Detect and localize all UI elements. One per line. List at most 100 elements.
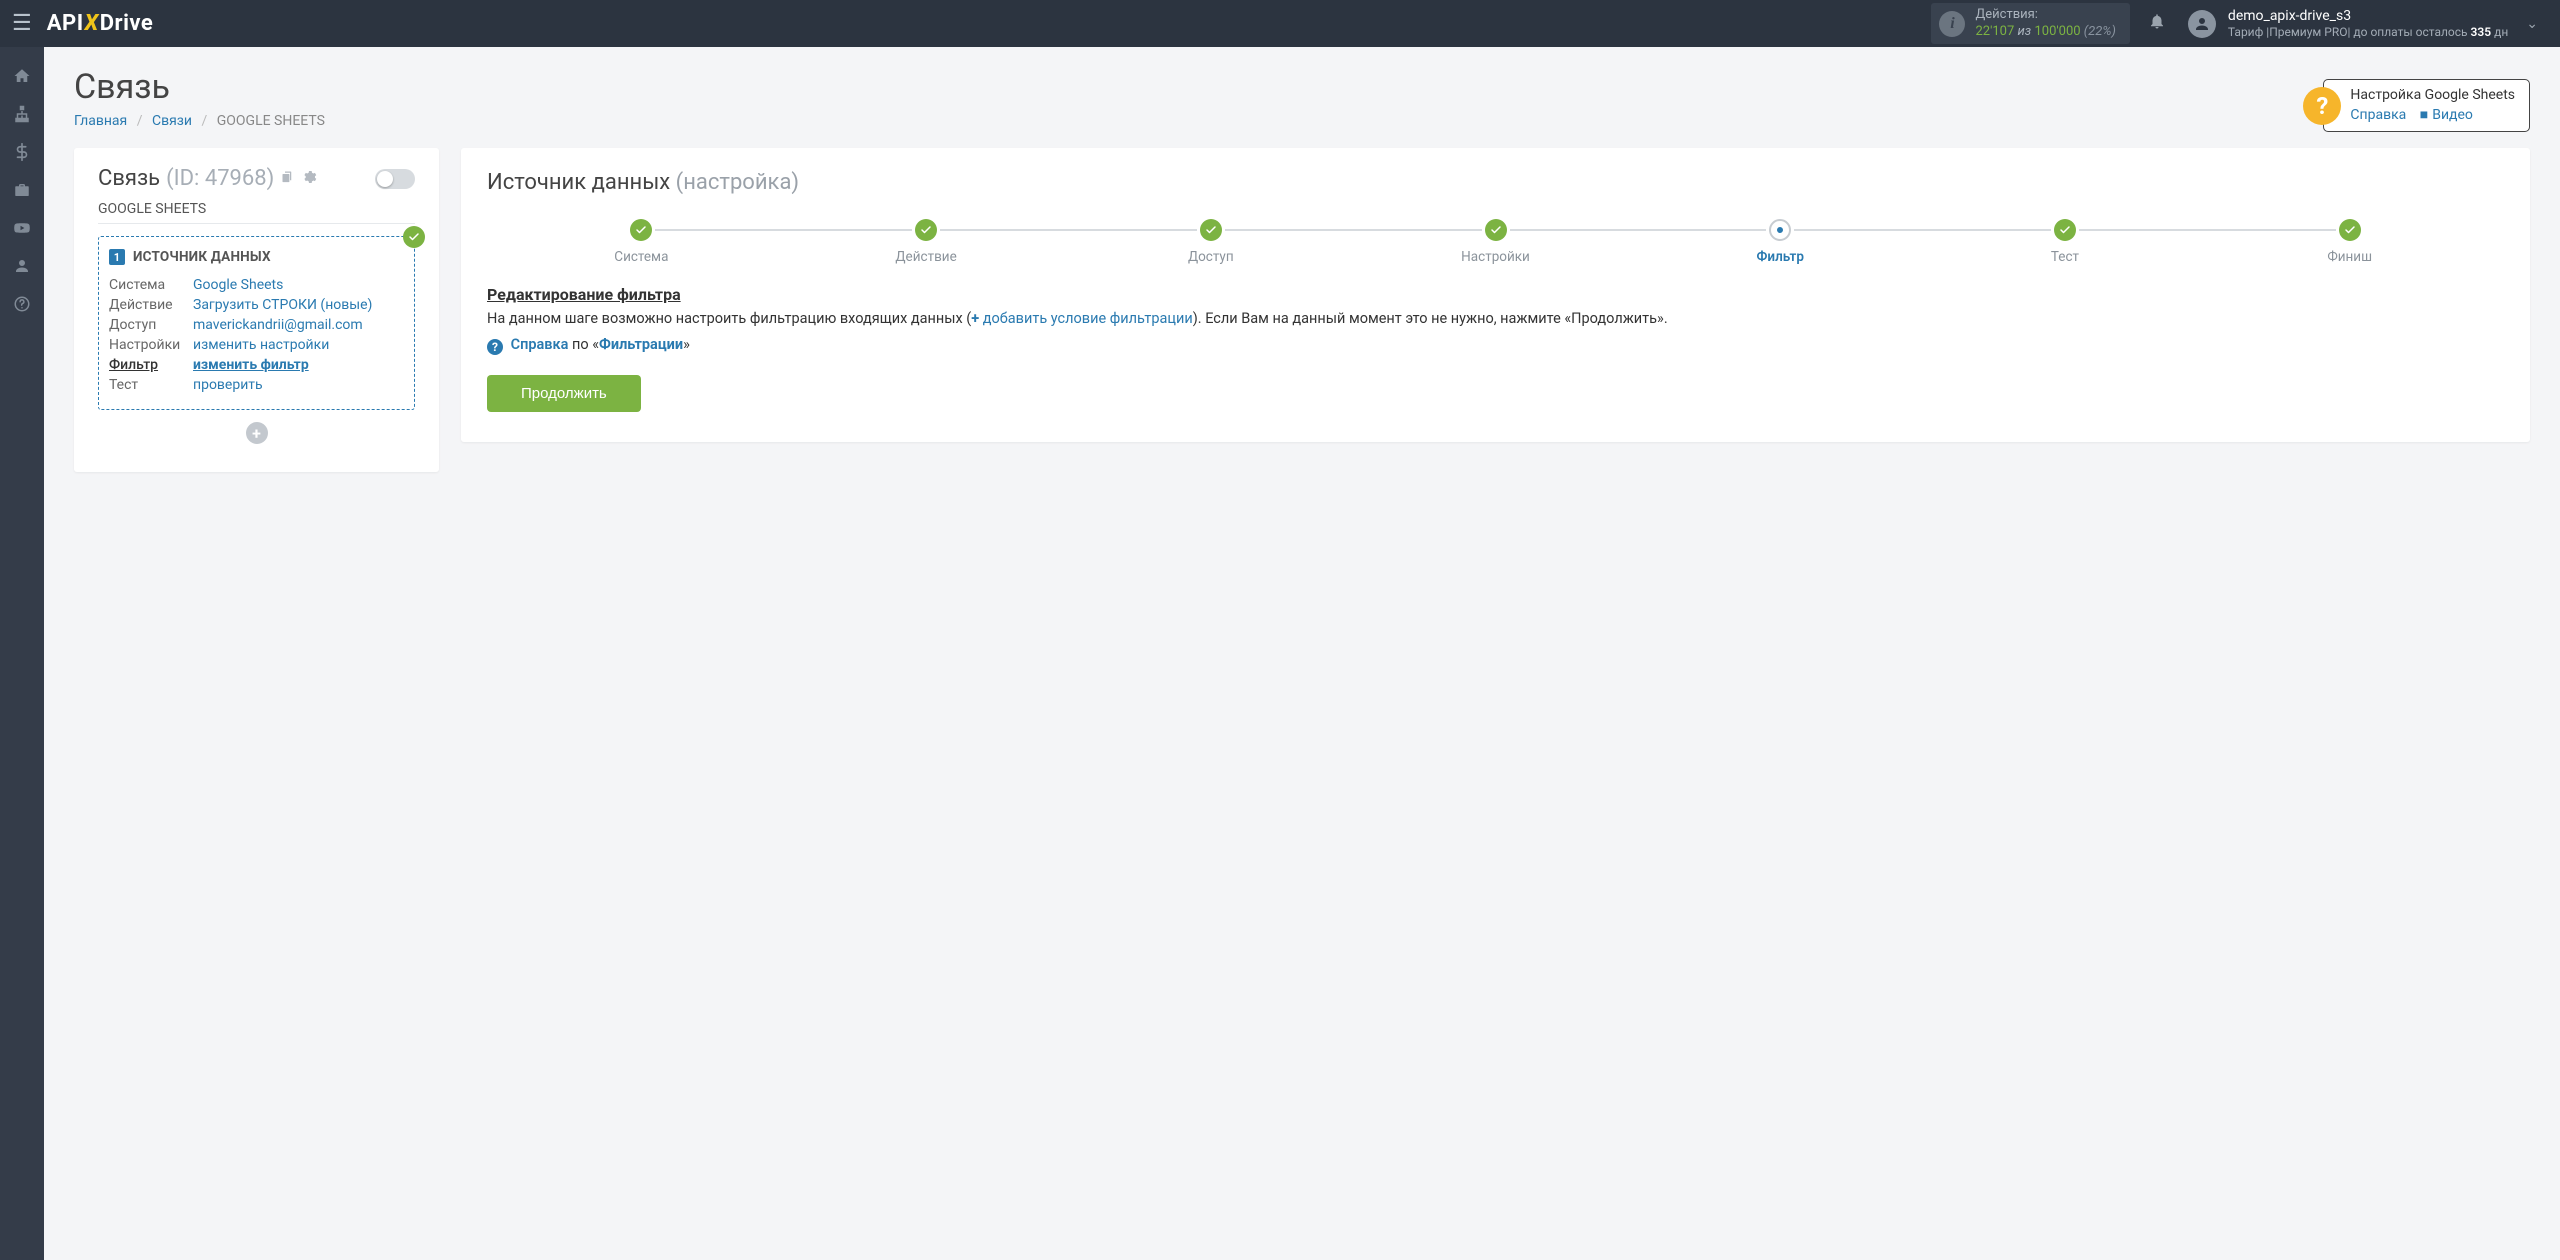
wizard-step[interactable]: Тест (1923, 219, 2208, 265)
check-badge-icon (403, 226, 425, 248)
source-row-key: Система (109, 277, 193, 293)
actions-of: из (2018, 24, 2032, 39)
enable-toggle[interactable] (375, 169, 415, 189)
config-panel: Источник данных (настройка) Система Дейст… (461, 148, 2530, 442)
source-row-link[interactable]: maverickandrii@gmail.com (193, 317, 363, 333)
step-label: Тест (2051, 249, 2079, 265)
breadcrumb-links[interactable]: Связи (152, 113, 192, 129)
source-row-link[interactable]: Загрузить СТРОКИ (новые) (193, 297, 372, 313)
user-name: demo_apix-drive_s3 (2228, 7, 2508, 25)
wizard-step[interactable]: Действие (784, 219, 1069, 265)
add-filter-link[interactable]: добавить условие фильтрации (983, 310, 1193, 327)
avatar-icon (2188, 10, 2216, 38)
source-heading: ИСТОЧНИК ДАННЫХ (133, 249, 271, 265)
actions-total: 100'000 (2034, 24, 2080, 39)
source-row-key: Действие (109, 297, 193, 313)
section-text-1: На данном шаге возможно настроить фильтр… (487, 310, 971, 327)
logo-text-x: X (85, 11, 99, 36)
continue-button[interactable]: Продолжить (487, 375, 641, 412)
help-video-link[interactable]: Видео (2432, 107, 2473, 123)
right-subtitle: (настройка) (676, 170, 799, 195)
source-row: Доступmaverickandrii@gmail.com (109, 315, 404, 335)
source-row: Тестпроверить (109, 375, 404, 395)
num-badge: 1 (109, 249, 125, 265)
step-label: Настройки (1461, 249, 1530, 265)
plan-suffix: дн (2491, 25, 2508, 39)
step-label: Финиш (2327, 249, 2372, 265)
sidebar-billing[interactable] (0, 133, 44, 171)
section-text-2: ). Если Вам на данный момент это не нужн… (1193, 310, 1668, 327)
main-content: Связь Главная / Связи / GOOGLE SHEETS ? … (44, 47, 2560, 1260)
video-icon: ■ (2420, 107, 2428, 123)
help-question-icon[interactable]: ? (2303, 87, 2341, 125)
help-ref-inline[interactable]: Справка (511, 336, 569, 353)
wizard-step[interactable]: Система (499, 219, 784, 265)
step-label: Доступ (1188, 249, 1234, 265)
user-menu[interactable]: demo_apix-drive_s3 Тариф |Премиум PRO| д… (2188, 7, 2538, 41)
connection-summary-panel: Связь (ID: 47968) GOOGLE SHEETS 1 ИСТОЧ (74, 148, 439, 472)
plan-prefix: Тариф |Премиум PRO| до оплаты осталось (2228, 25, 2471, 39)
step-dot-done-icon (2054, 219, 2076, 241)
sidebar-home[interactable] (0, 57, 44, 95)
data-source-card: 1 ИСТОЧНИК ДАННЫХ СистемаGoogle SheetsДе… (98, 236, 415, 410)
step-dot-done-icon (915, 219, 937, 241)
source-row: Фильтризменить фильтр (109, 355, 404, 375)
chevron-down-icon: ⌄ (2526, 16, 2538, 32)
copy-icon[interactable] (280, 169, 295, 188)
source-row-link[interactable]: Google Sheets (193, 277, 283, 293)
step-label: Действие (895, 249, 956, 265)
wizard-step[interactable]: Фильтр (1638, 219, 1923, 265)
app-header: ☰ APIXDrive i Действия: 22'107 из 100'00… (0, 0, 2560, 47)
help-ref-link[interactable]: Справка (2350, 107, 2406, 123)
breadcrumb-current: GOOGLE SHEETS (217, 113, 325, 129)
actions-used: 22'107 (1975, 24, 2014, 39)
sidebar-account[interactable] (0, 247, 44, 285)
source-row-key: Доступ (109, 317, 193, 333)
source-row-link[interactable]: проверить (193, 377, 263, 393)
step-dot-done-icon (1485, 219, 1507, 241)
source-row: ДействиеЗагрузить СТРОКИ (новые) (109, 295, 404, 315)
step-label: Фильтр (1757, 249, 1804, 265)
help-topic: Фильтрации (599, 336, 683, 353)
plus-icon: + (971, 310, 983, 327)
sidebar-connections[interactable] (0, 95, 44, 133)
logo[interactable]: APIXDrive (47, 11, 154, 36)
wizard-step[interactable]: Финиш (2207, 219, 2492, 265)
help-end: » (683, 336, 690, 353)
bell-icon[interactable] (2148, 12, 2166, 35)
hamburger-icon[interactable]: ☰ (12, 11, 32, 36)
sidebar-help[interactable] (0, 285, 44, 323)
logo-text-drive: Drive (100, 11, 154, 36)
breadcrumb-home[interactable]: Главная (74, 113, 127, 129)
source-row-link[interactable]: изменить фильтр (193, 357, 309, 373)
left-id: (ID: 47968) (166, 166, 274, 191)
right-title: Источник данных (487, 170, 670, 195)
sidebar-youtube[interactable] (0, 209, 44, 247)
gear-icon[interactable] (301, 169, 317, 189)
step-dot-done-icon (1200, 219, 1222, 241)
add-destination-button[interactable]: + (246, 422, 268, 444)
left-title: Связь (98, 166, 160, 191)
step-dot-current-icon (1769, 219, 1791, 241)
source-row: Настройкиизменить настройки (109, 335, 404, 355)
actions-counter[interactable]: i Действия: 22'107 из 100'000 (22%) (1931, 3, 2129, 45)
wizard-step[interactable]: Доступ (1068, 219, 1353, 265)
source-row-key: Фильтр (109, 357, 193, 373)
actions-label: Действия: (1975, 7, 2115, 24)
source-row-link[interactable]: изменить настройки (193, 337, 329, 353)
sidebar-business[interactable] (0, 171, 44, 209)
logo-text-api: API (47, 11, 84, 36)
plan-days: 335 (2471, 25, 2492, 39)
wizard-step[interactable]: Настройки (1353, 219, 1638, 265)
wizard-stepper: Система Действие Доступ Настройки Фильтр Тест… (487, 219, 2504, 265)
help-mid: по « (568, 336, 599, 353)
breadcrumb: Главная / Связи / GOOGLE SHEETS (74, 113, 2303, 129)
page-title: Связь (74, 67, 2303, 107)
help-title: Настройка Google Sheets (2350, 86, 2515, 106)
help-widget: ? Настройка Google Sheets Справка ■Видео (2303, 79, 2530, 132)
source-row: СистемаGoogle Sheets (109, 275, 404, 295)
source-row-key: Настройки (109, 337, 193, 353)
sidebar (0, 47, 44, 1260)
step-label: Система (614, 249, 668, 265)
left-sub: GOOGLE SHEETS (98, 201, 415, 217)
